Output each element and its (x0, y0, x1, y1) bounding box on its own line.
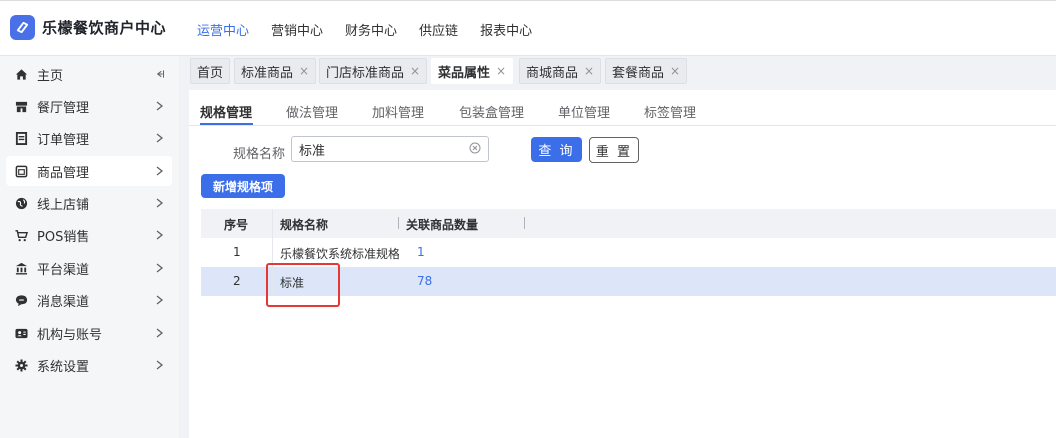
top-nav: 运营中心 营销中心 财务中心 供应链 报表中心 (197, 20, 554, 39)
home-icon (14, 67, 28, 81)
sidebar-item-message-channels[interactable]: 消息渠道 (6, 285, 172, 315)
bank-icon (14, 261, 28, 275)
column-header-name: 规格名称 (280, 218, 329, 232)
leaf-logo-icon (10, 15, 35, 40)
column-resizer[interactable] (398, 217, 399, 229)
column-header-count: 关联商品数量 (406, 218, 479, 232)
table-header: 序号 规格名称 关联商品数量 (201, 209, 1056, 238)
close-icon[interactable]: × (496, 64, 506, 78)
sidebar-item-pos-sales[interactable]: POS销售 (6, 220, 172, 250)
chevron-right-icon (154, 101, 164, 111)
active-tab-indicator (200, 123, 253, 125)
globe-icon (14, 196, 28, 210)
clear-icon[interactable] (469, 142, 481, 154)
topnav-operations[interactable]: 运营中心 (197, 20, 249, 39)
row-index: 1 (233, 245, 241, 259)
tab-unit-management[interactable]: 单位管理 (558, 102, 610, 121)
app-brand: 乐檬餐饮商户中心 (42, 19, 167, 37)
chevron-right-icon (154, 166, 164, 176)
chevron-right-icon (154, 360, 164, 370)
sidebar-item-label: 主页 (37, 68, 64, 84)
sub-tabs: 规格管理 做法管理 加料管理 包装盒管理 单位管理 标签管理 (189, 90, 1056, 126)
chevron-right-icon (154, 198, 164, 208)
message-icon (14, 293, 28, 307)
gear-icon (14, 358, 28, 372)
sidebar-item-label: 商品管理 (37, 165, 90, 181)
topnav-reports[interactable]: 报表中心 (480, 20, 532, 39)
tag-store-standard-products[interactable]: 门店标准商品 × (319, 58, 428, 84)
row-spec-name: 标准 (280, 276, 305, 290)
sidebar: 主页 餐厅管理 订单管理 商品管理 线上店铺 POS销售 平台渠道 消息渠道 机 (0, 56, 179, 438)
table-row[interactable]: 1 乐檬餐饮系统标准规格 1 (201, 238, 1056, 267)
chevron-right-icon (154, 295, 164, 305)
sidebar-item-label: POS销售 (37, 229, 90, 245)
column-divider (272, 209, 273, 295)
tag-label: 首页 (197, 65, 224, 81)
chevron-right-icon (154, 230, 164, 240)
chevron-right-icon (154, 328, 164, 338)
query-button[interactable]: 查 询 (531, 137, 582, 162)
sidebar-item-label: 平台渠道 (37, 262, 90, 278)
main-panel: 规格管理 做法管理 加料管理 包装盒管理 单位管理 标签管理 规格名称 查 询 … (189, 90, 1056, 438)
sidebar-item-platform-channels[interactable]: 平台渠道 (6, 253, 172, 283)
row-product-count-link[interactable]: 1 (417, 245, 425, 259)
row-spec-name: 乐檬餐饮系统标准规格 (280, 247, 399, 261)
tag-combo-products[interactable]: 套餐商品 × (605, 58, 688, 84)
close-icon[interactable]: × (410, 64, 420, 78)
tab-spec-management[interactable]: 规格管理 (200, 102, 252, 121)
row-index: 2 (233, 274, 241, 288)
collapse-icon[interactable] (154, 69, 164, 79)
tag-standard-products[interactable]: 标准商品 × (234, 58, 317, 84)
cart-icon (14, 228, 28, 242)
tag-label: 门店标准商品 (326, 65, 405, 81)
tab-package-box-management[interactable]: 包装盒管理 (459, 102, 524, 121)
order-icon (14, 131, 28, 145)
sidebar-item-label: 消息渠道 (37, 294, 90, 310)
sidebar-item-label: 餐厅管理 (37, 100, 90, 116)
topnav-marketing[interactable]: 营销中心 (271, 20, 323, 39)
row-product-count-link[interactable]: 78 (417, 274, 432, 288)
tag-dish-attributes[interactable]: 菜品属性 × (431, 58, 514, 84)
topnav-finance[interactable]: 财务中心 (345, 20, 397, 39)
tab-method-management[interactable]: 做法管理 (286, 102, 338, 121)
store-icon (14, 99, 28, 113)
sidebar-item-restaurant[interactable]: 餐厅管理 (6, 91, 172, 121)
sidebar-item-home[interactable]: 主页 (6, 59, 172, 89)
tag-label: 标准商品 (241, 65, 294, 81)
id-card-icon (14, 326, 28, 340)
tag-label: 菜品属性 (438, 65, 491, 81)
tag-home[interactable]: 首页 (190, 58, 231, 84)
close-icon[interactable]: × (670, 64, 680, 78)
tag-label: 套餐商品 (612, 65, 665, 81)
sidebar-item-system-settings[interactable]: 系统设置 (6, 350, 172, 380)
sidebar-item-products[interactable]: 商品管理 (6, 156, 172, 186)
sidebar-item-label: 系统设置 (37, 359, 90, 375)
table-row[interactable]: 2 标准 78 (201, 267, 1056, 296)
spec-name-input[interactable] (291, 136, 489, 162)
sidebar-item-label: 订单管理 (37, 132, 90, 148)
product-icon (14, 164, 28, 178)
spec-name-label: 规格名称 (233, 147, 286, 162)
tab-addon-management[interactable]: 加料管理 (372, 102, 424, 121)
add-spec-button[interactable]: 新增规格项 (201, 174, 285, 198)
sidebar-item-org-accounts[interactable]: 机构与账号 (6, 318, 172, 348)
reset-button[interactable]: 重 置 (589, 137, 639, 163)
chevron-right-icon (154, 263, 164, 273)
column-header-index: 序号 (224, 218, 249, 232)
chevron-right-icon (154, 133, 164, 143)
sidebar-item-label: 机构与账号 (37, 327, 103, 343)
tag-mall-products[interactable]: 商城商品 × (519, 58, 602, 84)
close-icon[interactable]: × (299, 64, 309, 78)
tab-tag-management[interactable]: 标签管理 (644, 102, 696, 121)
column-resizer[interactable] (524, 217, 525, 229)
sidebar-item-label: 线上店铺 (37, 197, 90, 213)
tag-strip: 首页 标准商品 × 门店标准商品 × 菜品属性 × 商城商品 × 套餐商品 × (179, 56, 1056, 88)
close-icon[interactable]: × (584, 64, 594, 78)
tag-label: 商城商品 (526, 65, 579, 81)
topnav-supply-chain[interactable]: 供应链 (419, 20, 458, 39)
sidebar-item-online-store[interactable]: 线上店铺 (6, 188, 172, 218)
top-bar: 乐檬餐饮商户中心 运营中心 营销中心 财务中心 供应链 报表中心 (0, 0, 1056, 56)
sidebar-item-orders[interactable]: 订单管理 (6, 123, 172, 153)
